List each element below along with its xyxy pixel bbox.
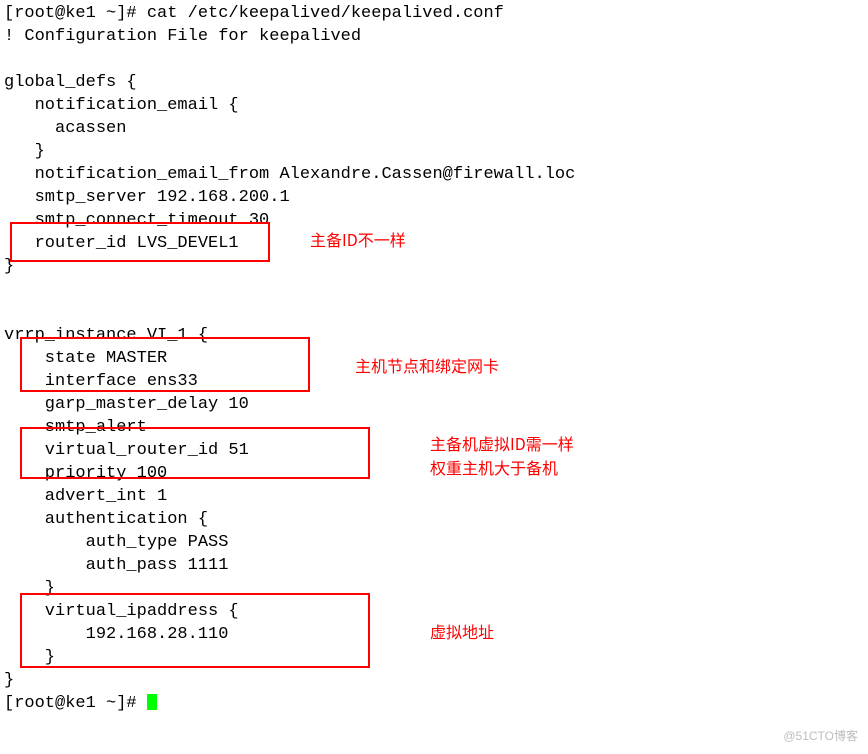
annotation-router-id: 主备ID不一样 [310,228,406,251]
line: } [4,142,45,161]
line: [root@ke1 ~]# cat /etc/keepalived/keepal… [4,4,504,23]
highlight-box-vrid-priority [20,427,370,479]
line: authentication { [4,510,208,529]
highlight-box-state-interface [20,337,310,392]
line: ! Configuration File for keepalived [4,27,361,46]
line: garp_master_delay 10 [4,395,249,414]
line: notification_email { [4,96,239,115]
line: auth_pass 1111 [4,556,228,575]
line: acassen [4,119,126,138]
watermark: @51CTO博客 [783,725,858,748]
line: notification_email_from Alexandre.Cassen… [4,165,575,184]
annotation-state-interface: 主机节点和绑定网卡 [355,354,499,377]
line: [root@ke1 ~]# [4,694,147,713]
line: } [4,671,14,690]
line: advert_int 1 [4,487,167,506]
line: global_defs { [4,73,137,92]
annotation-virtual-ip: 虚拟地址 [430,620,494,643]
annotation-priority: 权重主机大于备机 [430,456,558,479]
annotation-vrid: 主备机虚拟ID需一样 [430,432,574,455]
highlight-box-router-id [10,222,270,262]
highlight-box-virtual-ip [20,593,370,668]
line: smtp_server 192.168.200.1 [4,188,290,207]
cursor [147,694,157,710]
line: auth_type PASS [4,533,228,552]
prompt-line[interactable]: [root@ke1 ~]# [4,694,157,713]
